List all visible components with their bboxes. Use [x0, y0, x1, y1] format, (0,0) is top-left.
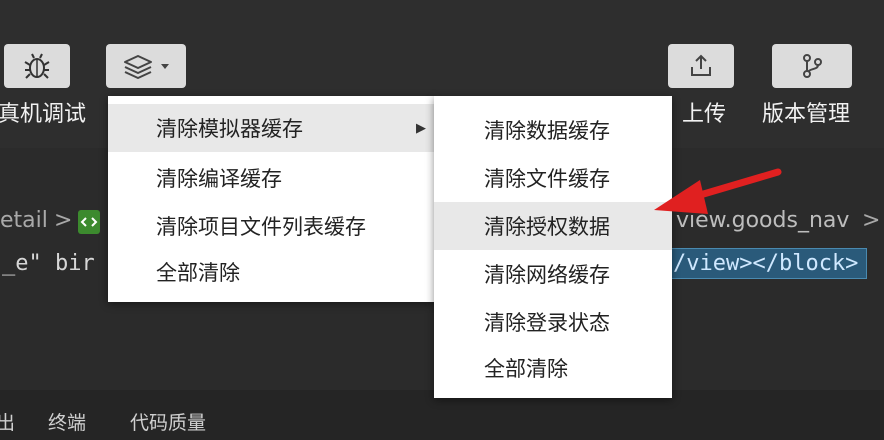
annotation-arrow-icon	[654, 168, 782, 214]
